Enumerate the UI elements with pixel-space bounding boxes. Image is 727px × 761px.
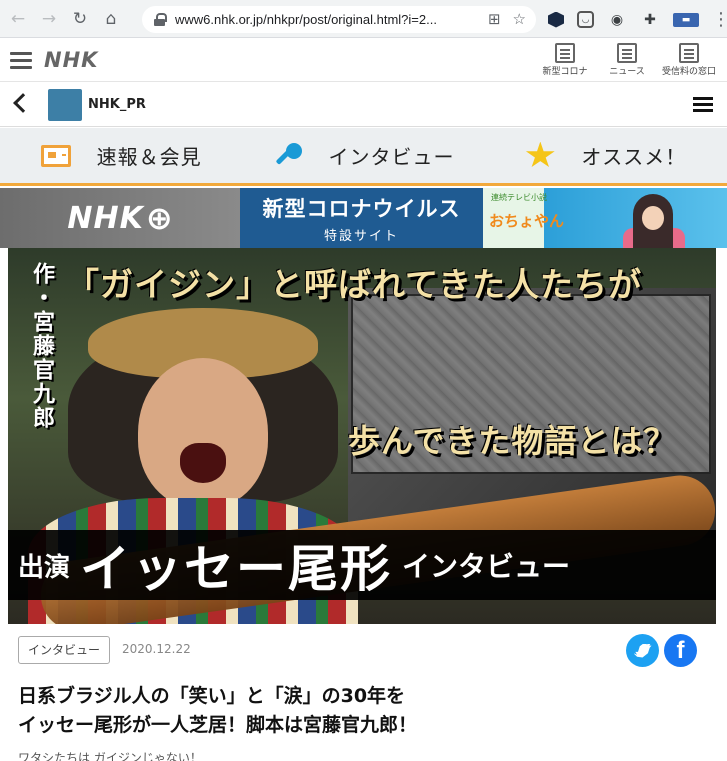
article-lead: ワタシたちは ガイジンじゃない！ xyxy=(18,751,202,761)
pr-menu-icon[interactable] xyxy=(693,97,713,112)
news-icon xyxy=(617,43,637,63)
corona-banner[interactable]: 新型コロナウイルス 特設サイト xyxy=(240,188,483,248)
category-breaking-news[interactable]: 速報＆会見 xyxy=(0,128,242,183)
lock-icon[interactable] xyxy=(154,13,167,26)
nhk-header: NHK 新型コロナ ニュース 受信料の窓口 xyxy=(0,38,727,82)
drama-banner[interactable]: 連続テレビ小説 おちょやん xyxy=(483,188,727,248)
article-meta: インタビュー 2020.12.22 f xyxy=(18,634,708,667)
browser-toolbar: ← → ↻ ⌂ www6.nhk.or.jp/nhkpr/post/origin… xyxy=(0,0,727,38)
hero-caption-bar: 出演 イッセー尾形 インタビュー xyxy=(8,530,716,600)
microphone-icon xyxy=(272,142,303,169)
pr-account-name[interactable]: NHK_PR xyxy=(88,97,146,112)
forward-arrow-icon[interactable]: → xyxy=(36,6,62,32)
twitter-share-button[interactable] xyxy=(626,634,659,667)
reload-icon[interactable]: ↻ xyxy=(67,6,93,32)
desk-icon xyxy=(679,43,699,63)
performer-name: イッセー尾形 xyxy=(80,539,393,598)
star-icon xyxy=(525,141,555,167)
tool-fee-desk[interactable]: 受信料の窓口 xyxy=(662,43,716,77)
bookmark-star-icon[interactable]: ☆ xyxy=(513,10,526,28)
pr-bar: NHK_PR xyxy=(0,83,727,226)
hero-image: 作・宮藤官九郎 「ガイジン」と呼ばれてきた人たちが 歩んできた物語とは？ 出演 … xyxy=(8,248,716,624)
twitter-bird-icon xyxy=(633,643,652,658)
extension-cursor-icon[interactable]: ◉ xyxy=(607,10,627,30)
home-icon[interactable]: ⌂ xyxy=(98,6,124,32)
actress-head xyxy=(633,194,673,248)
facebook-icon: f xyxy=(676,636,685,664)
category-nav: 速報＆会見 インタビュー オススメ！ xyxy=(0,128,727,186)
nhk-plus-banner[interactable]: NHK ⊕ xyxy=(0,188,240,248)
article-title: 日系ブラジル人の「笑い」と「涙」の30年を イッセー尾形が一人芝居！脚本は宮藤官… xyxy=(18,685,418,736)
extension-badge-icon[interactable]: ▬ xyxy=(673,12,699,27)
facebook-share-button[interactable]: f xyxy=(664,634,697,667)
back-chevron-icon[interactable] xyxy=(13,93,33,113)
plus-icon: ⊕ xyxy=(145,199,173,237)
hero-headline-1: 「ガイジン」と呼ばれてきた人たちが xyxy=(66,265,643,304)
hero-headline-2: 歩んできた物語とは？ xyxy=(348,422,677,460)
corona-news-icon xyxy=(555,43,575,63)
extension-hexagon-icon[interactable] xyxy=(548,11,564,28)
browser-menu-icon[interactable]: ⋮ xyxy=(712,9,727,30)
post-date: 2020.12.22 xyxy=(122,642,191,656)
category-interview[interactable]: インタビュー xyxy=(242,128,484,183)
nhk-logo[interactable]: NHK xyxy=(44,48,98,72)
performer-face xyxy=(138,358,268,508)
banner-row: NHK ⊕ 新型コロナウイルス 特設サイト 連続テレビ小説 おちょやん xyxy=(0,188,727,248)
hero-credit: 作・宮藤官九郎 xyxy=(29,262,55,430)
translate-icon[interactable]: ⊞ xyxy=(488,10,501,28)
pr-avatar[interactable] xyxy=(48,89,206,226)
news-icon xyxy=(40,144,71,167)
tool-news[interactable]: ニュース xyxy=(601,43,653,77)
extensions-puzzle-icon[interactable]: ✚ xyxy=(640,10,660,30)
url-text[interactable]: www6.nhk.or.jp/nhkpr/post/original.html?… xyxy=(175,12,475,27)
category-tag[interactable]: インタビュー xyxy=(18,636,111,664)
category-recommended[interactable]: オススメ！ xyxy=(485,128,727,183)
extension-chat-icon[interactable]: ◡ xyxy=(577,11,594,28)
back-arrow-icon[interactable]: ← xyxy=(5,6,31,32)
tool-corona[interactable]: 新型コロナ xyxy=(539,43,591,77)
hamburger-menu-icon[interactable] xyxy=(10,52,32,69)
address-bar[interactable]: www6.nhk.or.jp/nhkpr/post/original.html?… xyxy=(142,6,536,33)
